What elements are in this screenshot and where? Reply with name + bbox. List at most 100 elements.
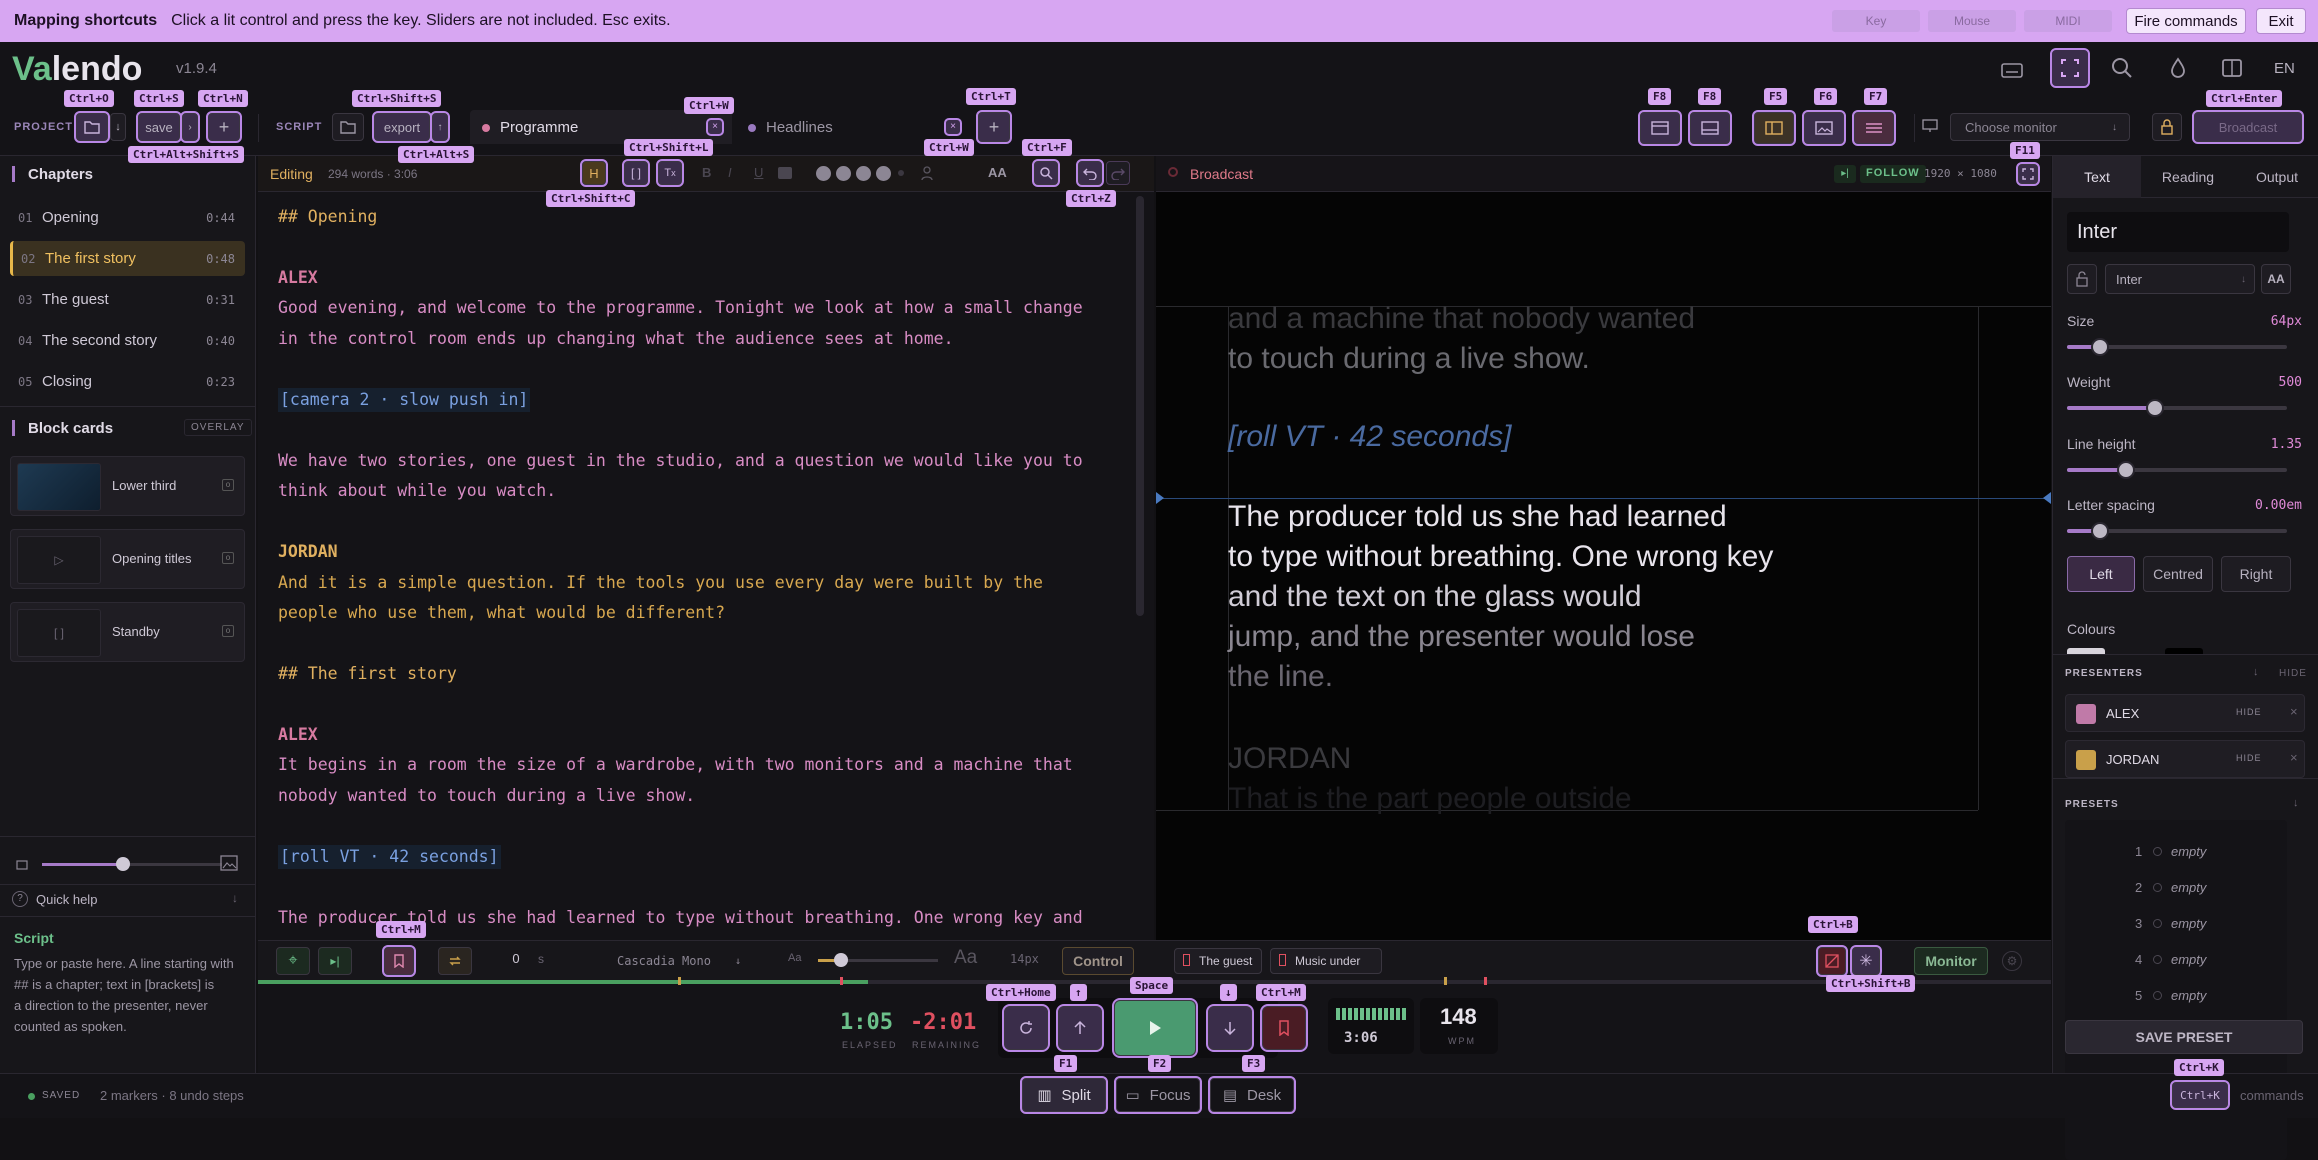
mark-start-icon[interactable]: ⌖: [276, 947, 310, 975]
fullscreen-icon[interactable]: [2016, 162, 2040, 186]
reading-marker-right[interactable]: [2043, 492, 2051, 504]
control-button[interactable]: Control: [1062, 947, 1134, 975]
swatch-3[interactable]: [856, 166, 871, 181]
add-marker-icon[interactable]: [1260, 1004, 1308, 1052]
keyboard-icon[interactable]: [1998, 56, 2026, 84]
save-preset-button[interactable]: SAVE PRESET: [2065, 1020, 2303, 1054]
overlay-toggle-icon[interactable]: o: [222, 625, 234, 637]
letter-spacing-slider[interactable]: [2067, 522, 2287, 540]
quick-help-toggle[interactable]: Quick help: [36, 892, 97, 907]
swatch-4[interactable]: [876, 166, 891, 181]
follow-toggle[interactable]: FOLLOW: [1860, 165, 1926, 183]
block-card[interactable]: [ ] Standby o: [10, 602, 245, 662]
layout-icon[interactable]: [2218, 54, 2246, 82]
monitor-select[interactable]: Choose monitor ↓: [1950, 113, 2130, 141]
preset-slot[interactable]: 1 empty: [2135, 838, 2318, 868]
presenter-colour-swatch[interactable]: [2076, 704, 2096, 724]
overlay-toggle-icon[interactable]: o: [222, 552, 234, 564]
italic-icon[interactable]: I: [728, 165, 732, 180]
layout-bottom-icon[interactable]: [1688, 110, 1732, 146]
chapter-heading-icon[interactable]: H: [580, 159, 608, 187]
unlock-icon[interactable]: [2067, 264, 2097, 294]
tab-output[interactable]: Output: [2235, 156, 2318, 198]
collapse-icon[interactable]: ↓: [232, 891, 238, 905]
colour-icon[interactable]: [778, 167, 792, 179]
marker-chip-guest[interactable]: The guest: [1174, 948, 1262, 974]
key-mode[interactable]: Key: [1832, 10, 1920, 32]
swatch-1[interactable]: [816, 166, 831, 181]
export-button[interactable]: export: [372, 111, 432, 143]
scroll-up-icon[interactable]: [1056, 1004, 1104, 1052]
preset-slot[interactable]: 4 empty: [2135, 946, 2318, 976]
sort-icon[interactable]: ↓: [2253, 666, 2259, 678]
case-toggle[interactable]: AA: [988, 165, 1007, 180]
preset-slot[interactable]: 5 empty: [2135, 982, 2318, 1012]
swatch-2[interactable]: [836, 166, 851, 181]
overlay-badge[interactable]: OVERLAY: [184, 419, 252, 436]
tab-reading[interactable]: Reading: [2141, 156, 2235, 198]
monitor-button[interactable]: Monitor: [1914, 947, 1988, 975]
align-left-button[interactable]: Left: [2067, 556, 2135, 592]
presets-collapse-icon[interactable]: ↓: [2293, 797, 2299, 809]
bold-icon[interactable]: B: [702, 165, 711, 180]
close-tab-icon[interactable]: ×: [706, 118, 724, 136]
chapter-item[interactable]: 02 The first story 0:48: [10, 241, 245, 276]
line-height-slider[interactable]: [2067, 461, 2287, 479]
block-card[interactable]: ▷ Opening titles o: [10, 529, 245, 589]
save-menu-button[interactable]: ›: [180, 111, 200, 143]
image-icon[interactable]: [1802, 110, 1846, 146]
new-tab-button[interactable]: +: [976, 110, 1012, 144]
find-icon[interactable]: [1032, 159, 1060, 187]
fire-commands-button[interactable]: Fire commands: [2126, 8, 2246, 34]
new-project-button[interactable]: +: [206, 111, 242, 143]
hide-all-button[interactable]: HIDE: [2279, 668, 2307, 679]
undo-icon[interactable]: [1076, 159, 1104, 187]
language-selector[interactable]: EN: [2274, 60, 2295, 77]
command-palette-button[interactable]: Ctrl+K: [2170, 1080, 2230, 1110]
chapter-item[interactable]: 01 Opening 0:44: [10, 200, 245, 235]
font-size-slider[interactable]: [818, 953, 938, 967]
font-case-button[interactable]: AA: [2261, 264, 2291, 294]
presenter-colour-swatch[interactable]: [2076, 750, 2096, 770]
play-button[interactable]: [1112, 998, 1198, 1058]
font-select[interactable]: Inter ↓: [2105, 264, 2255, 294]
mapping-mode-icon[interactable]: [2050, 48, 2090, 88]
export-menu-button[interactable]: ↑: [430, 111, 450, 143]
layout-top-icon[interactable]: [1638, 110, 1682, 146]
loop-icon[interactable]: [438, 947, 472, 975]
monitor-settings-icon[interactable]: ⚙: [2002, 951, 2022, 971]
remove-presenter-icon[interactable]: ×: [2290, 704, 2298, 719]
block-card[interactable]: Lower third o: [10, 456, 245, 516]
align-right-button[interactable]: Right: [2221, 556, 2291, 592]
midi-mode[interactable]: MIDI: [2024, 10, 2112, 32]
save-button[interactable]: save: [136, 111, 182, 143]
broadcast-button[interactable]: Broadcast: [2192, 110, 2304, 144]
chapter-item[interactable]: 05 Closing 0:23: [10, 364, 245, 399]
presenter-row[interactable]: JORDAN HIDE ×: [2065, 740, 2305, 778]
redo-icon[interactable]: [1106, 161, 1130, 185]
preset-slot[interactable]: 2 empty: [2135, 874, 2318, 904]
font-family-select[interactable]: Cascadia Mono ↓: [606, 947, 750, 975]
scroll-down-icon[interactable]: [1206, 1004, 1254, 1052]
remove-presenter-icon[interactable]: ×: [2290, 750, 2298, 765]
underline-icon[interactable]: U: [754, 165, 763, 180]
open-folder-button[interactable]: [74, 111, 110, 143]
marker-icon[interactable]: [382, 945, 416, 977]
align-centred-button[interactable]: Centred: [2143, 556, 2213, 592]
script-folder-button[interactable]: [332, 113, 364, 141]
close-tab-icon[interactable]: ×: [944, 118, 962, 136]
hide-presenter-button[interactable]: HIDE: [2236, 753, 2262, 763]
exit-button[interactable]: Exit: [2256, 8, 2306, 34]
focus-view-button[interactable]: ▭ Focus: [1114, 1076, 1202, 1114]
freeze-icon[interactable]: ✳: [1850, 945, 1882, 977]
split-view-button[interactable]: ▥ Split: [1020, 1076, 1108, 1114]
mouse-mode[interactable]: Mouse: [1928, 10, 2016, 32]
skip-next-icon[interactable]: ▸|: [318, 947, 352, 975]
restart-icon[interactable]: [1002, 1004, 1050, 1052]
editor-scrollbar[interactable]: [1136, 196, 1144, 616]
person-icon[interactable]: [920, 165, 934, 185]
bracket-icon[interactable]: [ ]: [622, 159, 650, 187]
play-follow-icon[interactable]: ▸|: [1834, 165, 1856, 183]
reading-marker-left[interactable]: [1156, 492, 1164, 504]
blank-screen-icon[interactable]: [1816, 945, 1848, 977]
